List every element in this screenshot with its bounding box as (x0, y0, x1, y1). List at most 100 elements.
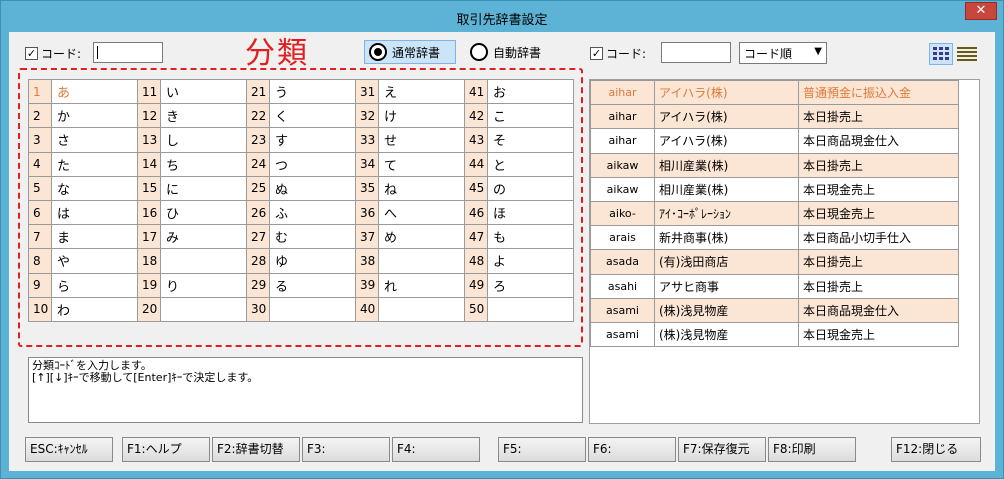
dictionary-list-panel[interactable]: aihar アイハラ(株) 普通預金に振込入金 aihar アイハラ(株) 本日掛売上 ai… (589, 79, 980, 424)
grid-cell-kana[interactable]: の (487, 175, 574, 201)
grid-cell-kana[interactable]: り (160, 272, 247, 298)
grid-cell-kana[interactable]: こ (487, 103, 574, 129)
grid-cell-code[interactable]: 6 (28, 199, 52, 226)
grid-cell-kana[interactable]: い (160, 78, 247, 105)
grid-cell-code[interactable]: 36 (355, 199, 379, 226)
f4-button[interactable]: F4: (392, 437, 480, 462)
grid-cell-code[interactable]: 25 (246, 175, 270, 201)
grid-cell-code[interactable]: 22 (246, 103, 270, 129)
grid-cell-code[interactable]: 10 (28, 296, 52, 322)
grid-cell-code[interactable]: 40 (355, 296, 379, 322)
grid-cell-code[interactable]: 21 (246, 78, 270, 105)
grid-cell-kana[interactable]: と (487, 151, 574, 177)
list-row[interactable]: aihar アイハラ(株) 普通預金に振込入金 (590, 79, 959, 106)
list-view-button[interactable] (955, 43, 979, 65)
grid-cell-code[interactable]: 13 (137, 127, 161, 153)
grid-cell-kana[interactable] (269, 296, 356, 322)
grid-cell-kana[interactable] (160, 248, 247, 274)
esc-cancel-button[interactable]: ESC:ｷｬﾝｾﾙ (25, 437, 113, 462)
list-row[interactable]: asami (株)浅見物産 本日現金売上 (590, 321, 959, 348)
left-code-input[interactable] (93, 42, 163, 63)
grid-cell-kana[interactable]: や (51, 248, 138, 274)
grid-cell-code[interactable]: 16 (137, 199, 161, 226)
f6-button[interactable]: F6: (588, 437, 676, 462)
grid-cell-kana[interactable]: あ (51, 78, 138, 105)
f1-help-button[interactable]: F1:ヘルプ (122, 437, 210, 462)
grid-cell-code[interactable]: 23 (246, 127, 270, 153)
grid-cell-code[interactable]: 26 (246, 199, 270, 226)
radio-normal-dictionary[interactable]: 通常辞書 (364, 40, 456, 64)
grid-cell-kana[interactable]: ち (160, 151, 247, 177)
grid-cell-code[interactable]: 27 (246, 224, 270, 250)
grid-cell-kana[interactable]: つ (269, 151, 356, 177)
grid-cell-code[interactable]: 31 (355, 78, 379, 105)
grid-cell-code[interactable]: 28 (246, 248, 270, 274)
left-code-checkbox[interactable]: ✓ コード: (25, 45, 81, 62)
grid-cell-code[interactable]: 1 (28, 78, 52, 105)
list-row[interactable]: asami (株)浅見物産 本日商品現金仕入 (590, 297, 959, 323)
grid-cell-code[interactable]: 3 (28, 127, 52, 153)
grid-cell-code[interactable]: 20 (137, 296, 161, 322)
grid-cell-code[interactable]: 12 (137, 103, 161, 129)
grid-cell-kana[interactable]: ね (378, 175, 465, 201)
grid-cell-kana[interactable] (487, 296, 574, 322)
grid-cell-kana[interactable]: れ (378, 272, 465, 298)
f3-button[interactable]: F3: (302, 437, 390, 462)
grid-cell-kana[interactable]: る (269, 272, 356, 298)
grid-cell-kana[interactable]: わ (51, 296, 138, 322)
grid-cell-kana[interactable]: ら (51, 272, 138, 298)
grid-cell-kana[interactable]: ぬ (269, 175, 356, 201)
list-row[interactable]: aiko- ｱｲ･ｺｰﾎﾟﾚｰｼｮﾝ 本日現金売上 (590, 200, 959, 227)
grid-cell-kana[interactable]: ゆ (269, 248, 356, 274)
grid-cell-code[interactable]: 8 (28, 248, 52, 274)
sort-order-select[interactable]: コード順 ▼ (739, 42, 827, 64)
grid-cell-kana[interactable]: せ (378, 127, 465, 153)
grid-cell-code[interactable]: 37 (355, 224, 379, 250)
grid-cell-code[interactable]: 42 (464, 103, 488, 129)
grid-cell-code[interactable]: 43 (464, 127, 488, 153)
grid-cell-code[interactable]: 39 (355, 272, 379, 298)
grid-cell-code[interactable]: 49 (464, 272, 488, 298)
grid-cell-kana[interactable] (378, 248, 465, 274)
grid-cell-kana[interactable]: け (378, 103, 465, 129)
grid-cell-code[interactable]: 17 (137, 224, 161, 250)
grid-cell-kana[interactable]: き (160, 103, 247, 129)
grid-cell-code[interactable]: 33 (355, 127, 379, 153)
grid-cell-kana[interactable]: へ (378, 199, 465, 226)
grid-cell-kana[interactable]: お (487, 78, 574, 105)
grid-cell-code[interactable]: 4 (28, 151, 52, 177)
grid-cell-code[interactable]: 30 (246, 296, 270, 322)
grid-cell-kana[interactable]: は (51, 199, 138, 226)
grid-cell-kana[interactable]: く (269, 103, 356, 129)
grid-cell-code[interactable]: 5 (28, 175, 52, 201)
grid-cell-code[interactable]: 46 (464, 199, 488, 226)
grid-cell-kana[interactable]: め (378, 224, 465, 250)
grid-cell-kana[interactable]: し (160, 127, 247, 153)
list-row[interactable]: asahi アサヒ商事 本日掛売上 (590, 273, 959, 299)
grid-cell-kana[interactable]: ま (51, 224, 138, 250)
grid-cell-code[interactable]: 48 (464, 248, 488, 274)
grid-cell-kana[interactable]: て (378, 151, 465, 177)
grid-cell-kana[interactable]: そ (487, 127, 574, 153)
grid-cell-code[interactable]: 2 (28, 103, 52, 129)
grid-cell-code[interactable]: 9 (28, 272, 52, 298)
grid-cell-kana[interactable] (160, 296, 247, 322)
list-row[interactable]: arais 新井商事(株) 本日商品小切手仕入 (590, 225, 959, 251)
grid-cell-kana[interactable]: ほ (487, 199, 574, 226)
grid-cell-kana[interactable] (378, 296, 465, 322)
grid-cell-kana[interactable]: よ (487, 248, 574, 274)
grid-cell-kana[interactable]: え (378, 78, 465, 105)
grid-cell-code[interactable]: 45 (464, 175, 488, 201)
grid-cell-code[interactable]: 41 (464, 78, 488, 105)
f2-switch-dictionary-button[interactable]: F2:辞書切替 (212, 437, 300, 462)
list-row[interactable]: aihar アイハラ(株) 本日掛売上 (590, 104, 959, 130)
grid-cell-code[interactable]: 7 (28, 224, 52, 250)
grid-cell-code[interactable]: 34 (355, 151, 379, 177)
grid-cell-code[interactable]: 19 (137, 272, 161, 298)
grid-cell-kana[interactable]: た (51, 151, 138, 177)
f8-print-button[interactable]: F8:印刷 (768, 437, 856, 462)
grid-cell-code[interactable]: 38 (355, 248, 379, 274)
grid-cell-code[interactable]: 24 (246, 151, 270, 177)
list-row[interactable]: aihar アイハラ(株) 本日商品現金仕入 (590, 128, 959, 154)
grid-cell-code[interactable]: 44 (464, 151, 488, 177)
